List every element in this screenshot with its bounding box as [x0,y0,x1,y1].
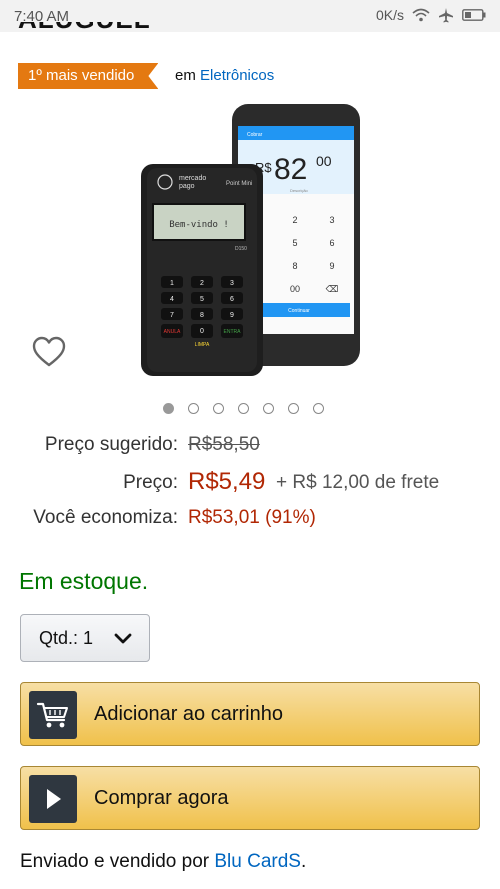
terminal-brand-line1: mercado [179,175,206,182]
phone-key: 5 [292,238,297,248]
terminal-model: Point Mini [226,181,252,187]
carousel-dot[interactable] [188,403,199,414]
phone-amount-cents: 00 [316,153,332,169]
price-label: Preço: [123,472,178,493]
keypad-key: 5 [200,296,204,303]
shipping-cost: + R$ 12,00 de frete [276,472,440,493]
keypad-key: 1 [170,280,174,287]
carousel-dot[interactable] [213,403,224,414]
terminal-brand-line2: pago [179,183,195,190]
price-value: R$5,49 [188,468,266,495]
carousel-dot[interactable] [263,403,274,414]
terminal-screen-text: Bem-vindo ! [169,220,229,230]
keypad-key: 4 [170,296,174,303]
cart-icon-box [29,691,77,739]
product-image[interactable]: Cobrar R$ 82 00 Descrição 2 3 5 6 8 9 00… [135,100,365,380]
heart-outline-icon[interactable] [32,336,66,368]
category-link[interactable]: Eletrônicos [200,67,274,84]
terminal-keypad: 1 2 3 4 5 6 7 8 9 ANULA 0 ENTRA LIMPA [161,276,243,348]
buy-now-button[interactable]: Comprar agora [20,766,480,830]
savings-label: Você economiza: [33,507,178,528]
keypad-key: 8 [200,312,204,319]
quantity-value: 1 [83,627,94,648]
phone-amount: 82 [274,153,307,186]
suggested-price-label: Preço sugerido: [44,434,178,455]
buy-now-label: Comprar agora [94,787,229,809]
quantity-label: Qtd.: [39,627,79,648]
keypad-key: 6 [230,296,234,303]
add-to-cart-label: Adicionar ao carrinho [94,703,283,725]
seller-info: Enviado e vendido por Blu CardS. [20,851,306,873]
phone-key: 2 [292,215,297,225]
keypad-key: LIMPA [195,342,210,348]
keypad-key: ENTRA [224,329,242,335]
wifi-icon [412,8,430,22]
badge-context-prefix: em [175,67,196,84]
buy-icon-box [29,775,77,823]
play-icon [47,789,61,809]
chevron-down-icon [114,633,132,644]
phone-description: Descrição [290,188,309,193]
keypad-key: ANULA [164,329,181,335]
keypad-key: 0 [200,328,204,335]
phone-key: 3 [329,215,334,225]
phone-key: 6 [329,238,334,248]
network-speed: 0K/s [375,7,404,23]
carousel-dot[interactable] [288,403,299,414]
seller-link[interactable]: Blu CardS [214,851,301,872]
product-title: ALUGUEL [18,22,151,36]
keypad-key: 9 [230,312,234,319]
stock-status: Em estoque. [19,568,149,594]
best-seller-badge[interactable]: 1º mais vendido [18,63,158,89]
savings-value: R$53,01 (91%) [188,507,316,528]
seller-prefix: Enviado e vendido por [20,851,210,872]
quantity-select[interactable]: Qtd.: 1 [20,614,150,662]
seller-suffix: . [300,851,307,872]
phone-key: 9 [329,261,334,271]
shopping-cart-icon [36,702,68,728]
terminal-code: D150 [235,246,247,252]
carousel-dot[interactable] [163,403,174,414]
add-to-cart-button[interactable]: Adicionar ao carrinho [20,682,480,746]
carousel-dot[interactable] [238,403,249,414]
card-terminal-illustration: mercado pago Point Mini Bem-vindo ! D150… [141,164,263,376]
suggested-price-value: R$58,50 [188,434,260,455]
keypad-key: 2 [200,280,204,287]
airplane-mode-icon [439,8,453,23]
phone-key: 8 [292,261,297,271]
phone-header-text: Cobrar [247,132,263,138]
phone-key: ⌫ [326,284,339,294]
phone-key: 00 [290,284,300,294]
phone-continue-text: Continuar [288,308,310,314]
best-seller-category: em Eletrônicos [175,67,274,84]
image-carousel-dots [163,403,324,414]
keypad-key: 7 [170,312,174,319]
battery-icon [462,9,486,21]
status-icons: 0K/s [376,7,486,23]
keypad-key: 3 [230,280,234,287]
carousel-dot[interactable] [313,403,324,414]
